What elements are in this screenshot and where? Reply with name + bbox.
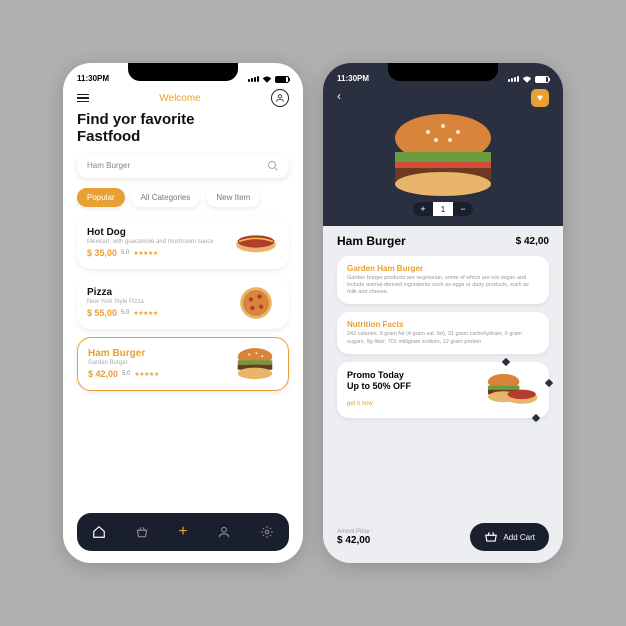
status-icons — [248, 75, 289, 83]
phone-detail-screen: 11:30PM ‹ ♥ + 1 − Ham Burger $ 42,00 Gar… — [323, 63, 563, 563]
cart-icon — [484, 531, 498, 543]
notch — [128, 63, 238, 81]
battery-icon — [275, 76, 289, 83]
tab-new-item[interactable]: New Item — [206, 188, 260, 207]
quantity-stepper: + 1 − — [323, 202, 563, 216]
promo-title-2: Up to 50% OFF — [347, 381, 476, 392]
item-name: Hot Dog — [87, 227, 225, 238]
top-bar: Welcome — [77, 89, 289, 107]
profile-icon[interactable] — [271, 89, 289, 107]
promo-link[interactable]: get it now — [347, 401, 373, 407]
qty-value: 1 — [433, 202, 453, 216]
item-image — [233, 225, 279, 261]
promo-card[interactable]: Promo Today Up to 50% OFF get it now — [337, 362, 549, 418]
nav-settings-icon[interactable] — [260, 525, 274, 539]
item-desc: New York Style Pizza — [87, 299, 225, 305]
item-rating: 5.0 — [122, 371, 130, 377]
bottom-nav: + — [77, 513, 289, 551]
promo-title-1: Promo Today — [347, 370, 476, 381]
qty-decrease-button[interactable]: − — [453, 202, 473, 216]
card-title: Nutrition Facts — [347, 320, 539, 329]
item-name: Pizza — [87, 287, 225, 298]
item-image — [233, 285, 279, 321]
battery-icon — [535, 76, 549, 83]
page-headline: Find yor favorite Fastfood — [77, 111, 289, 146]
list-item[interactable]: Hot Dog Mexican, with guacamole and mush… — [77, 217, 289, 269]
product-title: Ham Burger — [337, 234, 406, 248]
card-text: Garden burger products are vegetarian, s… — [347, 275, 539, 296]
list-item[interactable]: Pizza New York Style Pizza $ 55,00 5.0 ★… — [77, 277, 289, 329]
tab-popular[interactable]: Popular — [77, 188, 125, 207]
item-rating: 5.0 — [121, 310, 129, 316]
nav-add-icon[interactable]: + — [178, 523, 187, 541]
item-name: Ham Burger — [88, 348, 224, 359]
status-time: 11:30PM — [337, 74, 369, 83]
category-tabs: Popular All Categories New Item — [77, 188, 289, 207]
search-value: Ham Burger — [87, 161, 261, 170]
back-icon[interactable]: ‹ — [337, 89, 341, 107]
item-image — [232, 346, 278, 382]
stars-icon: ★★★★★ — [134, 371, 158, 378]
product-image — [323, 107, 563, 202]
status-time: 11:30PM — [77, 74, 109, 83]
search-icon — [267, 160, 279, 172]
product-price: $ 42,00 — [516, 236, 549, 247]
amount-value: $ 42,00 — [337, 535, 462, 546]
wifi-icon — [522, 75, 532, 83]
nav-user-icon[interactable] — [217, 525, 231, 539]
signal-icon — [248, 76, 259, 82]
checkout-footer: Amont Price : $ 42,00 Add Cart — [323, 515, 563, 563]
stars-icon: ★★★★★ — [133, 310, 157, 317]
notch — [388, 63, 498, 81]
list-item[interactable]: Ham Burger Garden Burger $ 42,00 5.0 ★★★… — [77, 337, 289, 391]
item-rating: 5.0 — [121, 250, 129, 256]
tab-all-categories[interactable]: All Categories — [131, 188, 201, 207]
search-input[interactable]: Ham Burger — [77, 154, 289, 178]
signal-icon — [508, 76, 519, 82]
favorite-button[interactable]: ♥ — [531, 89, 549, 107]
qty-increase-button[interactable]: + — [413, 202, 433, 216]
status-icons — [508, 75, 549, 83]
add-cart-button[interactable]: Add Cart — [470, 523, 549, 551]
item-desc: Garden Burger — [88, 360, 224, 366]
item-price: $ 42,00 — [88, 369, 118, 379]
item-price: $ 55,00 — [87, 308, 117, 318]
card-text: 242 calories, 8 gram fat (4 gram sat. fa… — [347, 331, 539, 345]
item-desc: Mexican, with guacamole and mushroom sau… — [87, 239, 225, 245]
item-price: $ 35,00 — [87, 248, 117, 258]
hero-section: 11:30PM ‹ ♥ + 1 − — [323, 63, 563, 226]
phone-list-screen: 11:30PM Welcome Find yor favorite Fastfo… — [63, 63, 303, 563]
card-title: Garden Ham Burger — [347, 264, 539, 273]
nav-home-icon[interactable] — [92, 525, 106, 539]
add-cart-label: Add Cart — [503, 533, 535, 542]
welcome-label: Welcome — [159, 93, 201, 104]
info-card: Garden Ham Burger Garden burger products… — [337, 256, 549, 304]
nav-basket-icon[interactable] — [135, 525, 149, 539]
info-card: Nutrition Facts 242 calories, 8 gram fat… — [337, 312, 549, 353]
menu-icon[interactable] — [77, 94, 89, 103]
stars-icon: ★★★★★ — [133, 250, 157, 257]
promo-image — [484, 370, 539, 410]
wifi-icon — [262, 75, 272, 83]
